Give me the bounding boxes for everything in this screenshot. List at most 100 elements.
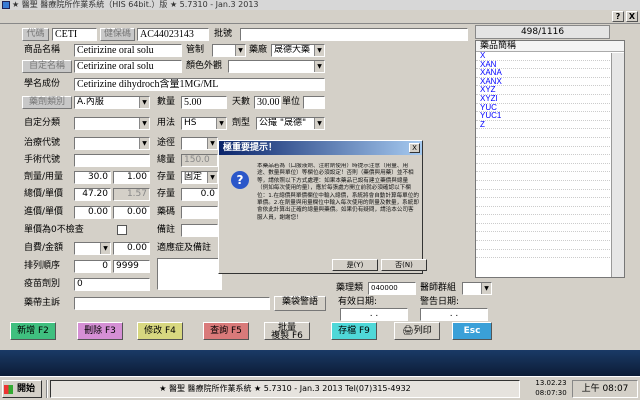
total-qty-field[interactable]: 150.0 <box>181 154 218 167</box>
list-item[interactable]: YUC1 <box>476 112 624 121</box>
copy-button[interactable]: 批量 複製 F6 <box>264 322 310 341</box>
alert-dialog: 極重要提示！ X ? 本藥品若為（口服液劑、注射劑使用）時提示注意（用量、用途、… <box>218 140 427 274</box>
code-button[interactable]: 代碼 <box>22 28 49 41</box>
add-button[interactable]: 新增 F2 <box>10 322 56 340</box>
days-field[interactable]: 30.00 <box>254 96 281 109</box>
form-type-dropdown[interactable]: 公撮 "晟德" ▼ <box>256 117 325 130</box>
list-item[interactable] <box>476 250 624 259</box>
dialog-close-button[interactable]: X <box>409 143 420 153</box>
copay-dropdown[interactable]: ▼ <box>74 242 111 255</box>
question-icon: ? <box>231 171 249 189</box>
control-dropdown[interactable]: ▼ <box>212 44 246 57</box>
sort-field-2[interactable]: 9999 <box>113 260 150 273</box>
alert-date-field[interactable]: . . <box>420 308 488 321</box>
inventory-field[interactable]: 0.0 <box>181 188 218 201</box>
list-item[interactable] <box>476 224 624 233</box>
indication-field[interactable] <box>157 258 222 290</box>
cost-field[interactable]: 0.00 <box>74 206 111 219</box>
list-item[interactable]: X <box>476 51 624 61</box>
qty-field[interactable]: 5.00 <box>181 96 227 109</box>
taskbar-app-button[interactable]: ★ 醫聖 醫療院所作業系統 ★ 5.7310 - Jan.3 2013 Tel(… <box>50 380 520 398</box>
print-label: 列印 <box>413 326 432 336</box>
dialog-no-button[interactable]: 否(N) <box>381 259 427 271</box>
list-item[interactable] <box>476 207 624 216</box>
start-date-field[interactable]: . . <box>340 308 408 321</box>
drug-type-button[interactable]: 藥劑類別 <box>22 96 72 109</box>
unit-zero-label: 單價為0不檢查 <box>24 225 84 235</box>
license-field[interactable] <box>240 28 468 41</box>
code-field[interactable]: CETI <box>52 28 97 41</box>
ingredient-field[interactable]: Cetirizine dihydroch含量1MG/ML <box>74 78 325 91</box>
list-item[interactable] <box>476 215 624 224</box>
windows-logo-icon <box>4 385 13 394</box>
list-item[interactable] <box>476 181 624 190</box>
save-button[interactable]: 存檔 F9 <box>331 322 377 340</box>
route-dropdown[interactable]: ▼ <box>181 137 218 150</box>
remark-field[interactable] <box>181 224 218 237</box>
warning-button[interactable]: 藥袋警語 <box>274 296 326 311</box>
custom-cat-dropdown[interactable]: ▼ <box>74 117 150 130</box>
health-code-button[interactable]: 健保碼 <box>100 28 135 41</box>
surgery-code-field[interactable] <box>74 154 150 167</box>
drug-type-dropdown[interactable]: A.內服 ▼ <box>74 96 150 109</box>
list-item[interactable] <box>476 190 624 199</box>
list-item[interactable]: XANX <box>476 77 624 87</box>
list-item[interactable] <box>476 198 624 207</box>
color-shape-dropdown[interactable]: ▼ <box>228 60 325 73</box>
taskbar-clock: 上午 08:07 <box>572 380 638 398</box>
drug-list[interactable]: 藥品簡稱 X XAN XANA XANX XYZ XYZI YUC YUC1 Z <box>475 40 625 278</box>
license-label: 批號 <box>214 29 233 39</box>
taskbar-app-label: ★ 醫聖 醫療院所作業系統 ★ 5.7310 - Jan.3 2013 Tel(… <box>159 384 411 393</box>
dialog-yes-button[interactable]: 是(Y) <box>332 259 378 271</box>
list-item[interactable] <box>476 164 624 173</box>
list-scrollbar[interactable] <box>611 53 624 277</box>
list-item[interactable] <box>476 232 624 242</box>
sort-field[interactable]: 0 <box>74 260 111 273</box>
chevron-down-icon: ▼ <box>314 61 324 72</box>
stock-type-dropdown[interactable]: 固定 ▼ <box>181 171 218 184</box>
window-title: ★ 醫聖 醫療院所作業系統（HIS 64bit.）版 ★ 5.7310 - Ja… <box>12 0 259 9</box>
unit-field[interactable] <box>303 96 325 109</box>
help-button[interactable]: ? <box>612 11 624 22</box>
unit-zero-checkbox[interactable] <box>117 225 127 235</box>
print-button[interactable]: 🖨列印 <box>394 322 440 340</box>
list-item[interactable] <box>476 129 624 138</box>
window-title-bar[interactable]: ★ 醫聖 醫療院所作業系統（HIS 64bit.）版 ★ 5.7310 - Ja… <box>0 0 640 10</box>
esc-button[interactable]: Esc <box>452 322 492 340</box>
delete-button[interactable]: 刪除 F3 <box>77 322 123 340</box>
shelf-field[interactable] <box>181 206 218 219</box>
drug-amount-field[interactable]: 040000 <box>368 282 416 295</box>
copay-field[interactable]: 0.00 <box>113 242 150 255</box>
list-item[interactable]: XYZI <box>476 94 624 104</box>
med-group-dropdown[interactable]: ▼ <box>462 282 492 295</box>
total-price-field[interactable]: 47.20 <box>74 188 111 201</box>
product-name-field[interactable]: Cetirizine oral solu <box>74 44 182 57</box>
cost-label: 進價/單價 <box>24 207 64 217</box>
warning-field[interactable] <box>74 297 270 310</box>
edit-button[interactable]: 修改 F4 <box>137 322 183 340</box>
dose-field[interactable]: 30.0 <box>74 171 111 184</box>
dose-unit-field[interactable]: 1.00 <box>113 171 150 184</box>
chevron-down-icon: ▼ <box>207 138 217 149</box>
list-item[interactable] <box>476 241 624 250</box>
usage-dropdown[interactable]: HS ▼ <box>181 117 227 130</box>
list-item[interactable] <box>476 172 624 181</box>
copay-label: 自費/金額 <box>24 243 64 253</box>
vendor-dropdown[interactable]: 晟德大藥 ▼ <box>271 44 325 57</box>
list-item[interactable]: Z <box>476 120 624 130</box>
custom-name-button[interactable]: 自定名稱 <box>22 60 72 73</box>
treatment-code-dropdown[interactable]: ▼ <box>74 137 150 150</box>
search-button[interactable]: 查詢 F5 <box>203 322 249 340</box>
list-item[interactable] <box>476 147 624 156</box>
special-field[interactable]: 0 <box>74 278 150 291</box>
unit-price-field[interactable]: 1.57 <box>113 188 150 201</box>
list-item[interactable] <box>476 155 624 164</box>
close-button[interactable]: X <box>626 11 638 22</box>
cost-unit-field[interactable]: 0.00 <box>113 206 150 219</box>
taskbar-date: 13.02.23 <box>535 379 567 387</box>
custom-name-field[interactable]: Cetirizine oral solu <box>74 60 182 73</box>
list-item[interactable] <box>476 138 624 147</box>
health-code-field[interactable]: AC44023143 <box>137 28 209 41</box>
route-label: 途徑 <box>157 138 176 148</box>
list-item[interactable]: XYZ <box>476 86 624 95</box>
